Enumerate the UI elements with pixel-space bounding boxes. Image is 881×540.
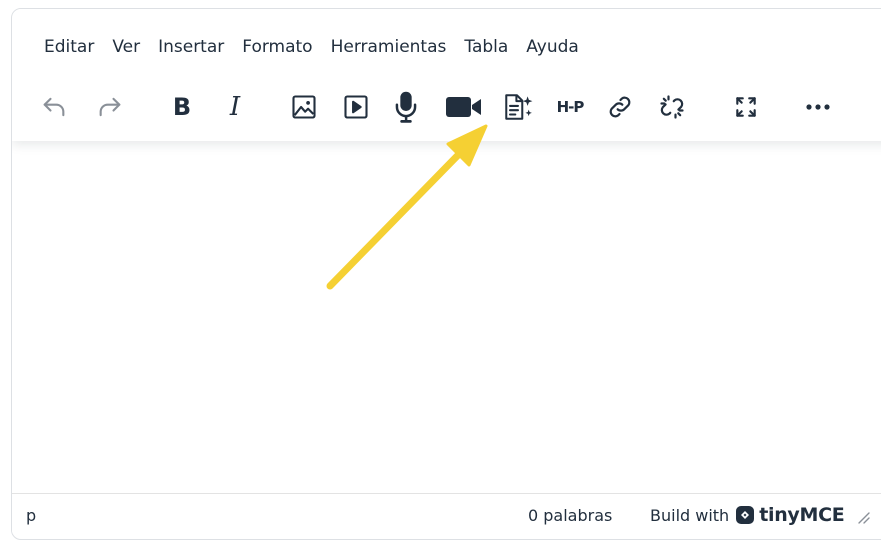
menu-ayuda[interactable]: Ayuda [520,33,585,61]
redo-button[interactable] [90,87,130,127]
video-camera-icon [446,97,481,117]
h5p-button[interactable]: H-P [550,87,590,127]
menu-editar[interactable]: Editar [30,33,100,61]
menu-herramientas[interactable]: Herramientas [325,33,453,61]
redo-icon [99,97,121,117]
insert-media-button[interactable] [336,87,376,127]
toolbar: B I H-P [12,87,881,127]
undo-icon [43,97,65,117]
link-icon [609,96,631,118]
unlink-button[interactable] [652,87,692,127]
tinymce-logo-icon [736,506,755,524]
menu-tabla[interactable]: Tabla [458,33,514,61]
editor-header: Editar Ver Insertar Formato Herramientas… [12,9,881,141]
statusbar: p 0 palabras Build with tinyMCE [12,493,881,534]
editor-content-area[interactable] [12,141,881,495]
italic-icon: I [229,92,241,122]
media-play-icon [344,95,368,119]
italic-button[interactable]: I [215,87,255,127]
branding-prefix: Build with [650,505,730,525]
unlink-icon [660,95,684,119]
tinymce-editor: Editar Ver Insertar Formato Herramientas… [11,8,881,540]
bold-button[interactable]: B [162,87,202,127]
menu-ver[interactable]: Ver [106,33,146,61]
insert-image-button[interactable] [284,87,324,127]
fullscreen-icon [736,97,756,117]
more-icon [806,104,830,110]
record-video-button[interactable] [444,87,484,127]
ai-document-button[interactable] [498,87,538,127]
record-audio-button[interactable] [386,87,426,127]
microphone-icon [395,91,417,123]
element-path[interactable]: p [26,506,36,525]
branding-link[interactable]: Build with tinyMCE [650,504,845,526]
word-count[interactable]: 0 palabras [528,506,612,525]
menu-insertar[interactable]: Insertar [152,33,230,61]
branding-name: tinyMCE [759,504,845,526]
bold-icon: B [172,93,192,121]
image-icon [292,95,316,119]
resize-handle-icon[interactable] [856,510,870,524]
menu-formato[interactable]: Formato [236,33,318,61]
h5p-icon: H-P [556,98,585,116]
document-sparkle-icon [505,94,533,120]
undo-button[interactable] [34,87,74,127]
insert-link-button[interactable] [600,87,640,127]
more-button[interactable] [798,87,838,127]
menubar: Editar Ver Insertar Formato Herramientas… [30,33,591,61]
fullscreen-button[interactable] [726,87,766,127]
